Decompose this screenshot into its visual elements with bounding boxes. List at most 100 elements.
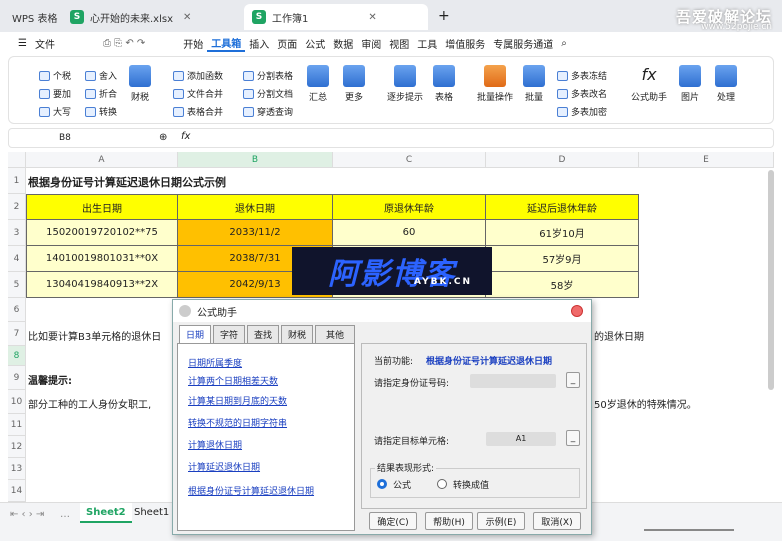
corner[interactable] xyxy=(8,152,26,168)
menu-tools[interactable]: 工具 xyxy=(413,36,441,51)
tab-lookup[interactable]: 查找 xyxy=(247,325,279,343)
ok-button[interactable]: 确定(C) xyxy=(369,512,417,530)
zoom-slider[interactable] xyxy=(644,529,734,531)
header-cell[interactable]: 原退休年龄 xyxy=(333,194,486,220)
fold-button[interactable]: 折合 xyxy=(85,87,117,100)
tab-wps[interactable]: WPS 表格 xyxy=(4,4,65,30)
row-header[interactable]: 13 xyxy=(8,458,26,480)
col-header-b[interactable]: B xyxy=(178,152,333,168)
summary-button[interactable]: 汇总 xyxy=(301,65,335,103)
table-button[interactable]: 表格 xyxy=(427,65,461,103)
sheet-nav-icons[interactable]: ⇤ ‹ › ⇥ xyxy=(10,509,44,520)
row-header[interactable]: 2 xyxy=(8,194,26,220)
drill-query-button[interactable]: 穿透查询 xyxy=(243,105,293,118)
col-header-a[interactable]: A xyxy=(26,152,178,168)
picture-button[interactable]: 图片 xyxy=(673,65,707,103)
header-cell[interactable]: 延迟后退休年龄 xyxy=(486,194,639,220)
menu-data[interactable]: 数据 xyxy=(329,36,357,51)
data-cell[interactable]: 13040419840913**2X xyxy=(26,272,178,298)
tab-date[interactable]: 日期 xyxy=(179,325,211,343)
id-input[interactable] xyxy=(470,374,556,388)
multi-rename-button[interactable]: 多表改名 xyxy=(557,87,607,100)
sheet-tab-sheet1[interactable]: Sheet1 xyxy=(134,507,169,518)
sheet-tab-sheet2[interactable]: Sheet2 xyxy=(80,503,132,523)
header-cell[interactable]: 出生日期 xyxy=(26,194,178,220)
link-retire-date[interactable]: 计算退休日期 xyxy=(188,438,242,451)
target-input[interactable]: A1 xyxy=(486,432,556,446)
multi-encrypt-button[interactable]: 多表加密 xyxy=(557,105,607,118)
row-header[interactable]: 7 xyxy=(8,322,26,346)
name-box[interactable]: B8 xyxy=(59,133,71,143)
menu-service[interactable]: 专属服务通道 xyxy=(489,36,557,51)
tab-other[interactable]: 其他 xyxy=(315,325,355,343)
menu-review[interactable]: 审阅 xyxy=(357,36,385,51)
data-cell[interactable]: 15020019720102**75 xyxy=(26,220,178,246)
row-header[interactable]: 11 xyxy=(8,414,26,436)
round-button[interactable]: 舍入 xyxy=(85,69,117,82)
vertical-scrollbar[interactable] xyxy=(768,170,774,390)
finance-button[interactable]: 财税 xyxy=(123,65,157,103)
row-header[interactable]: 14 xyxy=(8,480,26,502)
multi-freeze-button[interactable]: 多表冻结 xyxy=(557,69,607,82)
radio-formula[interactable] xyxy=(377,479,387,489)
tab-workbook[interactable]: S 工作簿1 ✕ xyxy=(244,4,428,30)
file-merge-button[interactable]: 文件合并 xyxy=(173,87,223,100)
col-header-c[interactable]: C xyxy=(333,152,486,168)
split-table-button[interactable]: 分割表格 xyxy=(243,69,293,82)
formula-helper-button[interactable]: fx 公式助手 xyxy=(627,65,671,103)
tab-file[interactable]: S 心开始的未来.xlsx ✕ xyxy=(62,4,199,30)
search-icon[interactable]: ⌕ xyxy=(557,38,571,49)
fx-label[interactable]: fx xyxy=(181,131,190,142)
convert-button[interactable]: 转换 xyxy=(85,105,117,118)
row-header[interactable]: 10 xyxy=(8,390,26,414)
row-header[interactable]: 6 xyxy=(8,298,26,322)
cancel-button[interactable]: 取消(X) xyxy=(533,512,581,530)
close-icon[interactable]: ✕ xyxy=(368,12,376,23)
target-picker-button[interactable]: _ xyxy=(566,430,580,446)
link-days-diff[interactable]: 计算两个日期相差天数 xyxy=(188,374,278,387)
row-header[interactable]: 5 xyxy=(8,272,26,298)
tab-string[interactable]: 字符 xyxy=(213,325,245,343)
menu-view[interactable]: 视图 xyxy=(385,36,413,51)
link-id-delay-retire[interactable]: 根据身份证号计算延迟退休日期 xyxy=(188,484,314,497)
row-header[interactable]: 9 xyxy=(8,366,26,390)
add-function-button[interactable]: 添加函数 xyxy=(173,69,223,82)
step-hint-button[interactable]: 逐步提示 xyxy=(383,65,427,103)
radio-value[interactable] xyxy=(437,479,447,489)
row-header[interactable]: 8 xyxy=(8,346,26,366)
batch-op-button[interactable]: 批量操作 xyxy=(473,65,517,103)
data-cell[interactable]: 60 xyxy=(333,220,486,246)
help-button[interactable]: 帮助(H) xyxy=(425,512,473,530)
more-button[interactable]: 更多 xyxy=(337,65,371,103)
menu-vas[interactable]: 增值服务 xyxy=(441,36,489,51)
link-days-to-month-end[interactable]: 计算某日期到月底的天数 xyxy=(188,394,287,407)
more-icon[interactable]: … xyxy=(60,509,70,520)
link-convert-date[interactable]: 转换不规范的日期字符串 xyxy=(188,416,287,429)
batch-button[interactable]: 批量 xyxy=(517,65,551,103)
row-header[interactable]: 4 xyxy=(8,246,26,272)
data-cell[interactable]: 14010019801031**0X xyxy=(26,246,178,272)
menu-page[interactable]: 页面 xyxy=(273,36,301,51)
tab-finance[interactable]: 财税 xyxy=(281,325,313,343)
row-header[interactable]: 12 xyxy=(8,436,26,458)
new-tab-icon[interactable]: + xyxy=(438,8,450,24)
menu-formula[interactable]: 公式 xyxy=(301,36,329,51)
data-cell[interactable]: 57岁9月 xyxy=(486,246,639,272)
row-header[interactable]: 3 xyxy=(8,220,26,246)
uppercase-button[interactable]: 大写 xyxy=(39,105,71,118)
close-icon[interactable] xyxy=(571,305,583,317)
menu-file[interactable]: 文件 xyxy=(31,36,59,51)
quick-tools[interactable]: ⎙ ⎘ ↶ ↷ xyxy=(99,38,149,49)
close-icon[interactable]: ✕ xyxy=(183,12,191,23)
col-header-d[interactable]: D xyxy=(486,152,639,168)
example-button[interactable]: 示例(E) xyxy=(477,512,525,530)
process-button[interactable]: 处理 xyxy=(709,65,743,103)
data-cell[interactable]: 58岁 xyxy=(486,272,639,298)
link-delay-retire[interactable]: 计算延迟退休日期 xyxy=(188,460,260,473)
row-header[interactable]: 1 xyxy=(8,168,26,194)
split-doc-button[interactable]: 分割文档 xyxy=(243,87,293,100)
header-cell[interactable]: 退休日期 xyxy=(178,194,333,220)
menu-icon[interactable]: ☰ xyxy=(14,38,31,49)
id-picker-button[interactable]: _ xyxy=(566,372,580,388)
menu-home[interactable]: 开始 xyxy=(179,36,207,51)
